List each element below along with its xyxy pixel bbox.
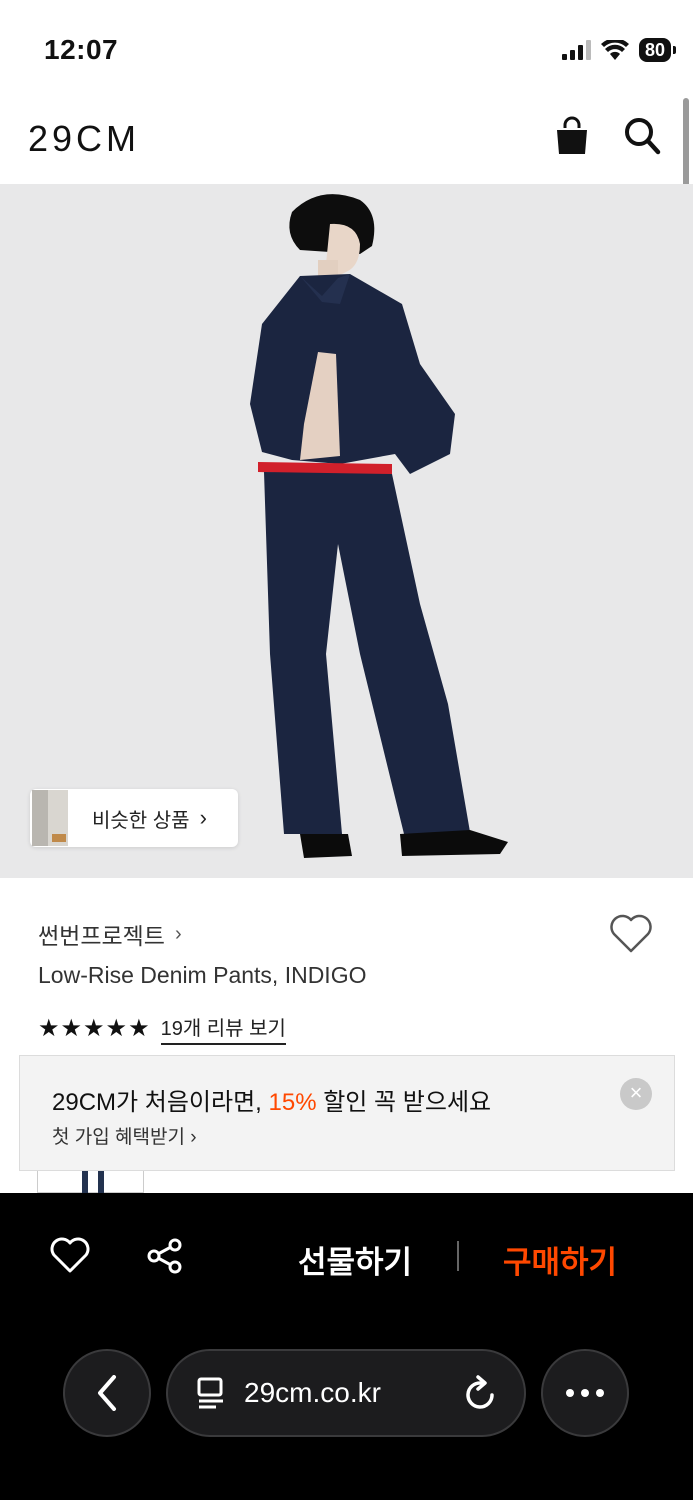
status-icons: 80	[561, 38, 677, 62]
app-header: 29CM	[0, 96, 693, 184]
promo-title: 29CM가 처음이라면, 15% 할인 꼭 받으세요	[52, 1082, 491, 1117]
reader-mode-icon[interactable]	[196, 1377, 226, 1409]
browser-more-button[interactable]	[541, 1349, 629, 1437]
review-link[interactable]: 19개 리뷰 보기	[160, 1012, 286, 1045]
rating-row: ★★★★★ 19개 리뷰 보기	[38, 1012, 286, 1045]
browser-back-button[interactable]	[63, 1349, 151, 1437]
gift-button[interactable]: 선물하기	[298, 1237, 412, 1282]
logo[interactable]: 29CM	[28, 118, 140, 160]
bottom-action-bar: 선물하기 구매하기 29cm.co.kr	[0, 1193, 693, 1500]
status-bar: 12:07 80	[0, 0, 693, 96]
status-time: 12:07	[44, 34, 119, 65]
shopping-bag-icon[interactable]	[555, 116, 589, 156]
chevron-right-icon: ›	[174, 922, 182, 945]
search-icon[interactable]	[623, 116, 661, 156]
close-icon[interactable]: ×	[620, 1078, 652, 1110]
brand-name: 썬번프로젝트	[38, 923, 165, 949]
similar-products-thumbnail	[32, 790, 68, 846]
signal-icon	[561, 40, 591, 60]
reload-icon[interactable]	[464, 1375, 498, 1413]
product-image[interactable]: 비슷한 상품 ›	[0, 184, 693, 878]
promo-title-text-end: 할인 꼭 받으세요	[316, 1089, 492, 1116]
promo-title-text: 29CM가 처음이라면,	[52, 1089, 269, 1116]
similar-products-button[interactable]: 비슷한 상품 ›	[30, 789, 238, 847]
action-divider	[457, 1241, 459, 1271]
promo-discount: 15%	[268, 1089, 317, 1116]
brand-link[interactable]: 썬번프로젝트 ›	[38, 917, 182, 951]
url-text: 29cm.co.kr	[244, 1377, 381, 1408]
chevron-left-icon	[98, 1375, 116, 1411]
promo-banner[interactable]: 29CM가 처음이라면, 15% 할인 꼭 받으세요 첫 가입 혜택받기 › ×	[19, 1055, 675, 1171]
buy-button[interactable]: 구매하기	[503, 1237, 617, 1282]
signup-benefit-link[interactable]: 첫 가입 혜택받기 ›	[52, 1122, 197, 1149]
share-icon[interactable]	[146, 1237, 184, 1275]
battery-indicator: 80	[638, 38, 677, 62]
chevron-right-icon: ›	[199, 805, 207, 830]
rating-stars: ★★★★★	[38, 1015, 151, 1042]
heart-icon[interactable]	[609, 914, 653, 954]
similar-products-label: 비슷한 상품	[92, 809, 190, 832]
wifi-icon	[600, 40, 629, 60]
product-name: Low-Rise Denim Pants, INDIGO	[38, 962, 367, 988]
more-icon	[566, 1389, 604, 1397]
heart-icon[interactable]	[50, 1237, 90, 1275]
address-bar[interactable]: 29cm.co.kr	[166, 1349, 526, 1437]
model-illustration	[250, 194, 508, 858]
header-icons	[555, 116, 661, 156]
detail-thumbnail[interactable]	[37, 1171, 144, 1193]
